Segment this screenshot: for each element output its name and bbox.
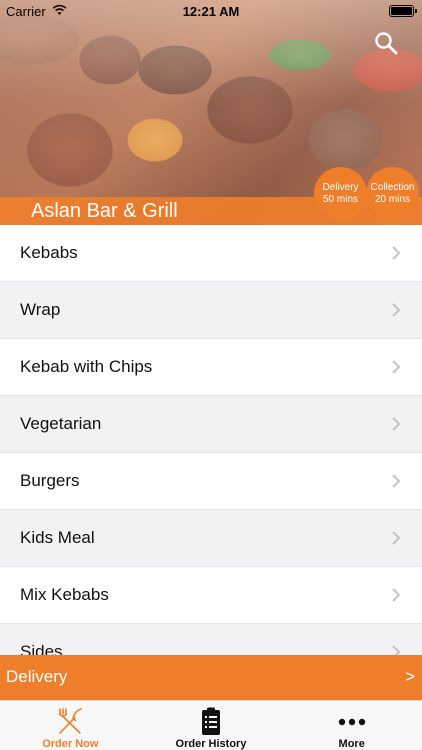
collection-badge-label: Collection (370, 181, 415, 193)
hero-banner: Carrier 12:21 AM Aslan Bar & Grill Deliv… (0, 0, 422, 225)
menu-item-kebabs[interactable]: Kebabs (0, 225, 422, 282)
clock: 12:21 AM (182, 4, 240, 19)
search-icon[interactable] (373, 30, 399, 56)
menu-item-mix-kebabs[interactable]: Mix Kebabs (0, 567, 422, 624)
tab-label: Order History (175, 738, 247, 750)
delivery-time-badge: Delivery 50 mins (314, 167, 367, 220)
restaurant-name: Aslan Bar & Grill (31, 200, 178, 222)
tab-label: Order Now (42, 738, 99, 750)
chevron-right-icon (392, 417, 401, 431)
tab-order-history[interactable]: Order History (141, 701, 282, 750)
menu-item-wrap[interactable]: Wrap (0, 282, 422, 339)
chevron-right-icon (392, 531, 401, 545)
menu-item-sides[interactable]: Sides (0, 624, 422, 655)
collection-time-badge: Collection 20 mins (366, 167, 419, 220)
menu-item-burgers[interactable]: Burgers (0, 453, 422, 510)
chevron-right-icon (392, 303, 401, 317)
delivery-badge-time: 50 mins (322, 193, 358, 205)
menu-item-label: Kebab with Chips (20, 357, 153, 376)
delivery-mode-label: Delivery (6, 667, 68, 686)
menu-item-kebab-with-chips[interactable]: Kebab with Chips (0, 339, 422, 396)
tab-more[interactable]: More (281, 701, 422, 750)
chevron-right-icon (392, 588, 401, 602)
collection-badge-time: 20 mins (374, 193, 410, 205)
menu-item-label: Kids Meal (20, 528, 95, 547)
menu-item-label: Wrap (20, 300, 61, 319)
menu-item-label: Mix Kebabs (20, 585, 109, 604)
delivery-badge-label: Delivery (322, 181, 359, 193)
menu-item-label: Sides (20, 642, 63, 655)
status-bar: Carrier 12:21 AM (0, 0, 422, 22)
delivery-mode-bar[interactable]: Delivery > (0, 655, 422, 700)
battery-icon (389, 5, 417, 17)
tab-label: More (338, 738, 365, 750)
receipt-icon (202, 707, 220, 735)
menu-category-list[interactable]: Kebabs Wrap Kebab with Chips Vegetarian … (0, 225, 422, 655)
menu-item-label: Kebabs (20, 243, 78, 262)
tab-bar: Order Now Order History More (0, 700, 422, 750)
fork-knife-icon (59, 708, 83, 734)
tab-order-now[interactable]: Order Now (0, 701, 141, 750)
delivery-arrow-icon: > (405, 667, 415, 686)
more-dots-icon (338, 718, 365, 726)
chevron-right-icon (392, 474, 401, 488)
menu-item-kids-meal[interactable]: Kids Meal (0, 510, 422, 567)
menu-item-label: Vegetarian (20, 414, 102, 433)
menu-item-label: Burgers (20, 471, 80, 490)
chevron-right-icon (392, 645, 401, 655)
menu-item-vegetarian[interactable]: Vegetarian (0, 396, 422, 453)
chevron-right-icon (392, 246, 401, 260)
chevron-right-icon (392, 360, 401, 374)
